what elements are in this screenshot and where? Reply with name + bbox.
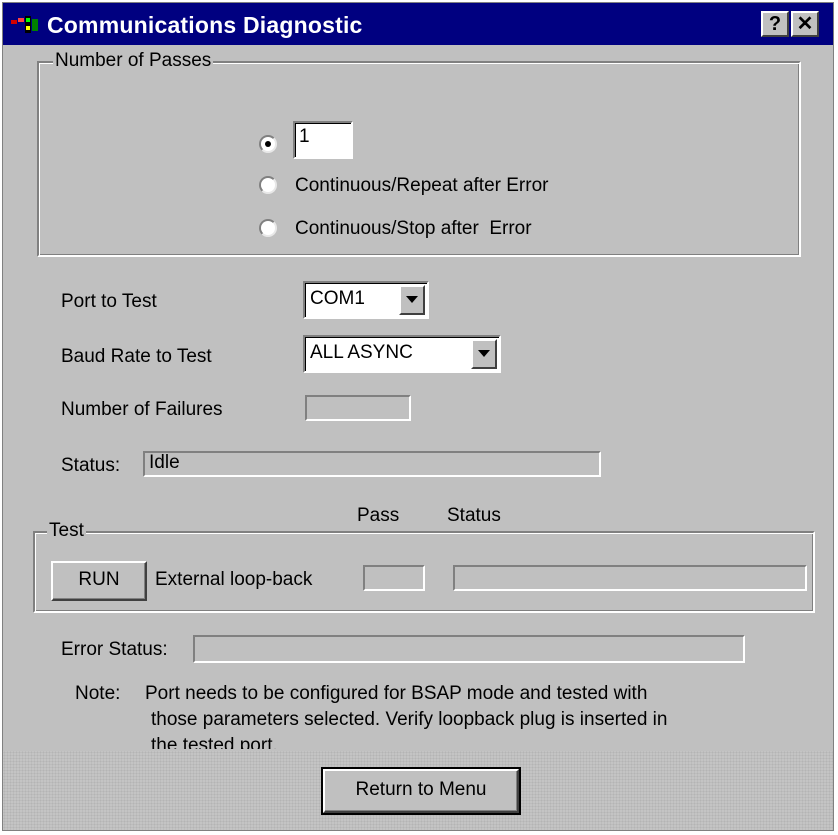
continuous-stop-label[interactable]: Continuous/Stop after Error — [295, 218, 532, 240]
passes-count-radio[interactable] — [259, 135, 277, 153]
note-line-2: those parameters selected. Verify loopba… — [151, 709, 668, 730]
continuous-repeat-radio[interactable] — [259, 176, 277, 194]
note-line-3: the tested port. — [151, 735, 278, 749]
baud-rate-select-value: ALL ASYNC — [310, 342, 413, 363]
close-button[interactable]: ✕ — [791, 11, 819, 37]
port-select-value: COM1 — [310, 288, 365, 309]
continuous-stop-radio[interactable] — [259, 219, 277, 237]
title-bar[interactable]: Communications Diagnostic ? ✕ — [3, 3, 833, 45]
port-dropdown-arrow-icon[interactable] — [399, 285, 425, 315]
note-line-1: Port needs to be configured for BSAP mod… — [145, 683, 648, 704]
return-to-menu-button[interactable]: Return to Menu — [321, 767, 521, 815]
test-pass-field — [363, 565, 425, 591]
passes-count-input[interactable]: 1 — [293, 121, 353, 159]
test-legend: Test — [47, 520, 86, 542]
external-loopback-label: External loop-back — [155, 569, 313, 590]
status-label: Status: — [61, 455, 121, 476]
number-of-passes-legend: Number of Passes — [53, 50, 214, 72]
port-select[interactable]: COM1 — [303, 281, 429, 319]
pass-column-header: Pass — [357, 505, 400, 526]
baud-rate-dropdown-arrow-icon[interactable] — [471, 339, 497, 369]
note-label: Note: — [75, 683, 121, 704]
number-of-failures-label: Number of Failures — [61, 399, 223, 420]
baud-rate-select[interactable]: ALL ASYNC — [303, 335, 501, 373]
app-icon — [11, 16, 38, 33]
port-to-test-label: Port to Test — [61, 291, 157, 312]
baud-rate-label: Baud Rate to Test — [61, 346, 212, 367]
help-button[interactable]: ? — [761, 11, 789, 37]
window-title: Communications Diagnostic — [47, 12, 363, 38]
run-button[interactable]: RUN — [51, 561, 147, 601]
error-status-field — [193, 635, 745, 663]
status-column-header: Status — [447, 505, 501, 526]
error-status-label: Error Status: — [61, 639, 168, 660]
test-status-field — [453, 565, 807, 591]
continuous-repeat-label[interactable]: Continuous/Repeat after Error — [295, 175, 548, 197]
communications-diagnostic-window: Communications Diagnostic ? ✕ Number of … — [2, 2, 834, 831]
status-field: Idle — [143, 451, 601, 477]
number-of-failures-field — [305, 395, 411, 421]
